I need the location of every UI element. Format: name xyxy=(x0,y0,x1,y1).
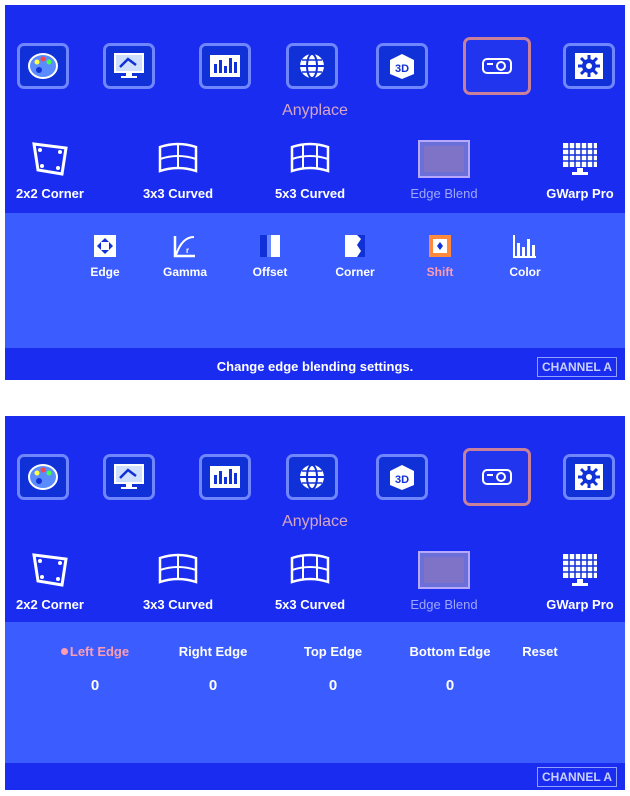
mode-label: GWarp Pro xyxy=(546,597,614,612)
top-edge-setting[interactable]: Top Edge 0 xyxy=(273,644,393,694)
svg-text:3D: 3D xyxy=(395,474,409,486)
mode-3x3-curved[interactable]: 3x3 Curved xyxy=(123,549,233,612)
mode-label: GWarp Pro xyxy=(546,186,614,201)
edge-value[interactable]: 0 xyxy=(273,677,393,694)
reset-label: Reset xyxy=(522,644,558,659)
reset-button[interactable]: Reset xyxy=(500,644,580,659)
status-text: Change edge blending settings. xyxy=(216,359,414,374)
mode-3x3-curved[interactable]: 3x3 Curved xyxy=(123,138,233,201)
3d-icon[interactable]: 3D xyxy=(376,454,428,500)
svg-text:3D: 3D xyxy=(395,63,409,75)
submenu-shift[interactable]: Shift xyxy=(405,231,475,279)
shift-icon xyxy=(405,231,475,261)
curved-3x3-icon xyxy=(123,138,233,180)
mode-label: 2x2 Corner xyxy=(16,597,84,612)
submenu-label: Offset xyxy=(252,265,288,279)
settings-gear-icon[interactable] xyxy=(563,454,615,500)
equalizer-icon[interactable] xyxy=(199,43,251,89)
edge-label: Bottom Edge xyxy=(409,644,491,659)
submenu-label: Shift xyxy=(426,265,454,279)
osd-screen-top: 3D Anyplace 2x2 Corner 3x3 Curved 5x3 Cu… xyxy=(5,5,625,380)
settings-gear-icon[interactable] xyxy=(563,43,615,89)
edge-blend-icon xyxy=(389,138,499,180)
edge-label: Left Edge xyxy=(35,644,155,659)
corner-warp-icon xyxy=(5,138,105,180)
submenu-label: Gamma xyxy=(162,265,208,279)
submenu-list: Edge r Gamma Offset Corner Shift Color xyxy=(65,231,585,291)
submenu-corner[interactable]: Corner xyxy=(320,231,390,279)
corner-icon xyxy=(320,231,390,261)
mode-5x3-curved[interactable]: 5x3 Curved xyxy=(255,549,365,612)
submenu-label: Corner xyxy=(335,265,375,279)
mode-gwarp-pro[interactable]: GWarp Pro xyxy=(525,549,625,612)
mode-label: Edge Blend xyxy=(410,186,478,201)
edge-value[interactable]: 0 xyxy=(153,677,273,694)
edge-blend-icon xyxy=(389,549,499,591)
mode-label: 5x3 Curved xyxy=(274,186,346,201)
grid-monitor-icon xyxy=(525,138,625,180)
mode-label: 3x3 Curved xyxy=(142,186,214,201)
submenu-gamma[interactable]: r Gamma xyxy=(150,231,220,279)
projector-icon[interactable] xyxy=(463,37,531,95)
display-settings-icon[interactable] xyxy=(103,454,155,500)
svg-text:r: r xyxy=(186,246,189,255)
left-edge-setting[interactable]: Left Edge 0 xyxy=(35,644,155,694)
mode-gwarp-pro[interactable]: GWarp Pro xyxy=(525,138,625,201)
osd-screen-bottom: 3D Anyplace 2x2 Corner 3x3 Curved 5x3 Cu… xyxy=(5,416,625,790)
mode-5x3-curved[interactable]: 5x3 Curved xyxy=(255,138,365,201)
status-bar xyxy=(5,763,625,790)
equalizer-icon[interactable] xyxy=(199,454,251,500)
edge-value[interactable]: 0 xyxy=(35,677,155,694)
mode-edge-blend[interactable]: Edge Blend xyxy=(389,138,499,201)
3d-icon[interactable]: 3D xyxy=(376,43,428,89)
edge-label: Top Edge xyxy=(303,644,363,659)
curved-5x3-icon xyxy=(255,138,365,180)
mode-2x2-corner[interactable]: 2x2 Corner xyxy=(5,138,105,201)
mode-list: 2x2 Corner 3x3 Curved 5x3 Curved Edge Bl… xyxy=(5,138,625,210)
right-edge-setting[interactable]: Right Edge 0 xyxy=(153,644,273,694)
curved-5x3-icon xyxy=(255,549,365,591)
mode-label: 2x2 Corner xyxy=(16,186,84,201)
color-bars-icon xyxy=(490,231,560,261)
category-bar: 3D xyxy=(5,446,625,516)
projector-icon[interactable] xyxy=(463,448,531,506)
edge-arrows-icon xyxy=(70,231,140,261)
edge-value[interactable]: 0 xyxy=(390,677,510,694)
selection-dot-icon xyxy=(60,648,68,655)
globe-icon[interactable] xyxy=(286,454,338,500)
submenu-label: Color xyxy=(509,265,541,279)
display-settings-icon[interactable] xyxy=(103,43,155,89)
bottom-edge-setting[interactable]: Bottom Edge 0 xyxy=(390,644,510,694)
gamma-curve-icon: r xyxy=(150,231,220,261)
section-title: Anyplace xyxy=(282,102,348,119)
channel-indicator: CHANNEL A xyxy=(536,357,617,377)
mode-list: 2x2 Corner 3x3 Curved 5x3 Curved Edge Bl… xyxy=(5,549,625,621)
submenu-color[interactable]: Color xyxy=(490,231,560,279)
offset-icon xyxy=(235,231,305,261)
submenu-offset[interactable]: Offset xyxy=(235,231,305,279)
corner-warp-icon xyxy=(5,549,105,591)
submenu-edge[interactable]: Edge xyxy=(70,231,140,279)
mode-label: Edge Blend xyxy=(410,597,478,612)
mode-label: 3x3 Curved xyxy=(142,597,214,612)
category-bar: 3D xyxy=(5,35,625,105)
edge-settings-panel: Left Edge 0 Right Edge 0 Top Edge 0 Bott… xyxy=(5,622,625,767)
curved-3x3-icon xyxy=(123,549,233,591)
channel-indicator: CHANNEL A xyxy=(536,767,617,787)
submenu-label: Edge xyxy=(90,265,120,279)
mode-edge-blend[interactable]: Edge Blend xyxy=(389,549,499,612)
globe-icon[interactable] xyxy=(286,43,338,89)
edge-label: Right Edge xyxy=(178,644,248,659)
palette-icon[interactable] xyxy=(17,454,69,500)
grid-monitor-icon xyxy=(525,549,625,591)
palette-icon[interactable] xyxy=(17,43,69,89)
status-bar: Change edge blending settings. xyxy=(5,353,625,380)
edge-blend-submenu-panel: Edge r Gamma Offset Corner Shift Color xyxy=(5,213,625,348)
mode-label: 5x3 Curved xyxy=(274,597,346,612)
section-title: Anyplace xyxy=(282,513,348,530)
mode-2x2-corner[interactable]: 2x2 Corner xyxy=(5,549,105,612)
